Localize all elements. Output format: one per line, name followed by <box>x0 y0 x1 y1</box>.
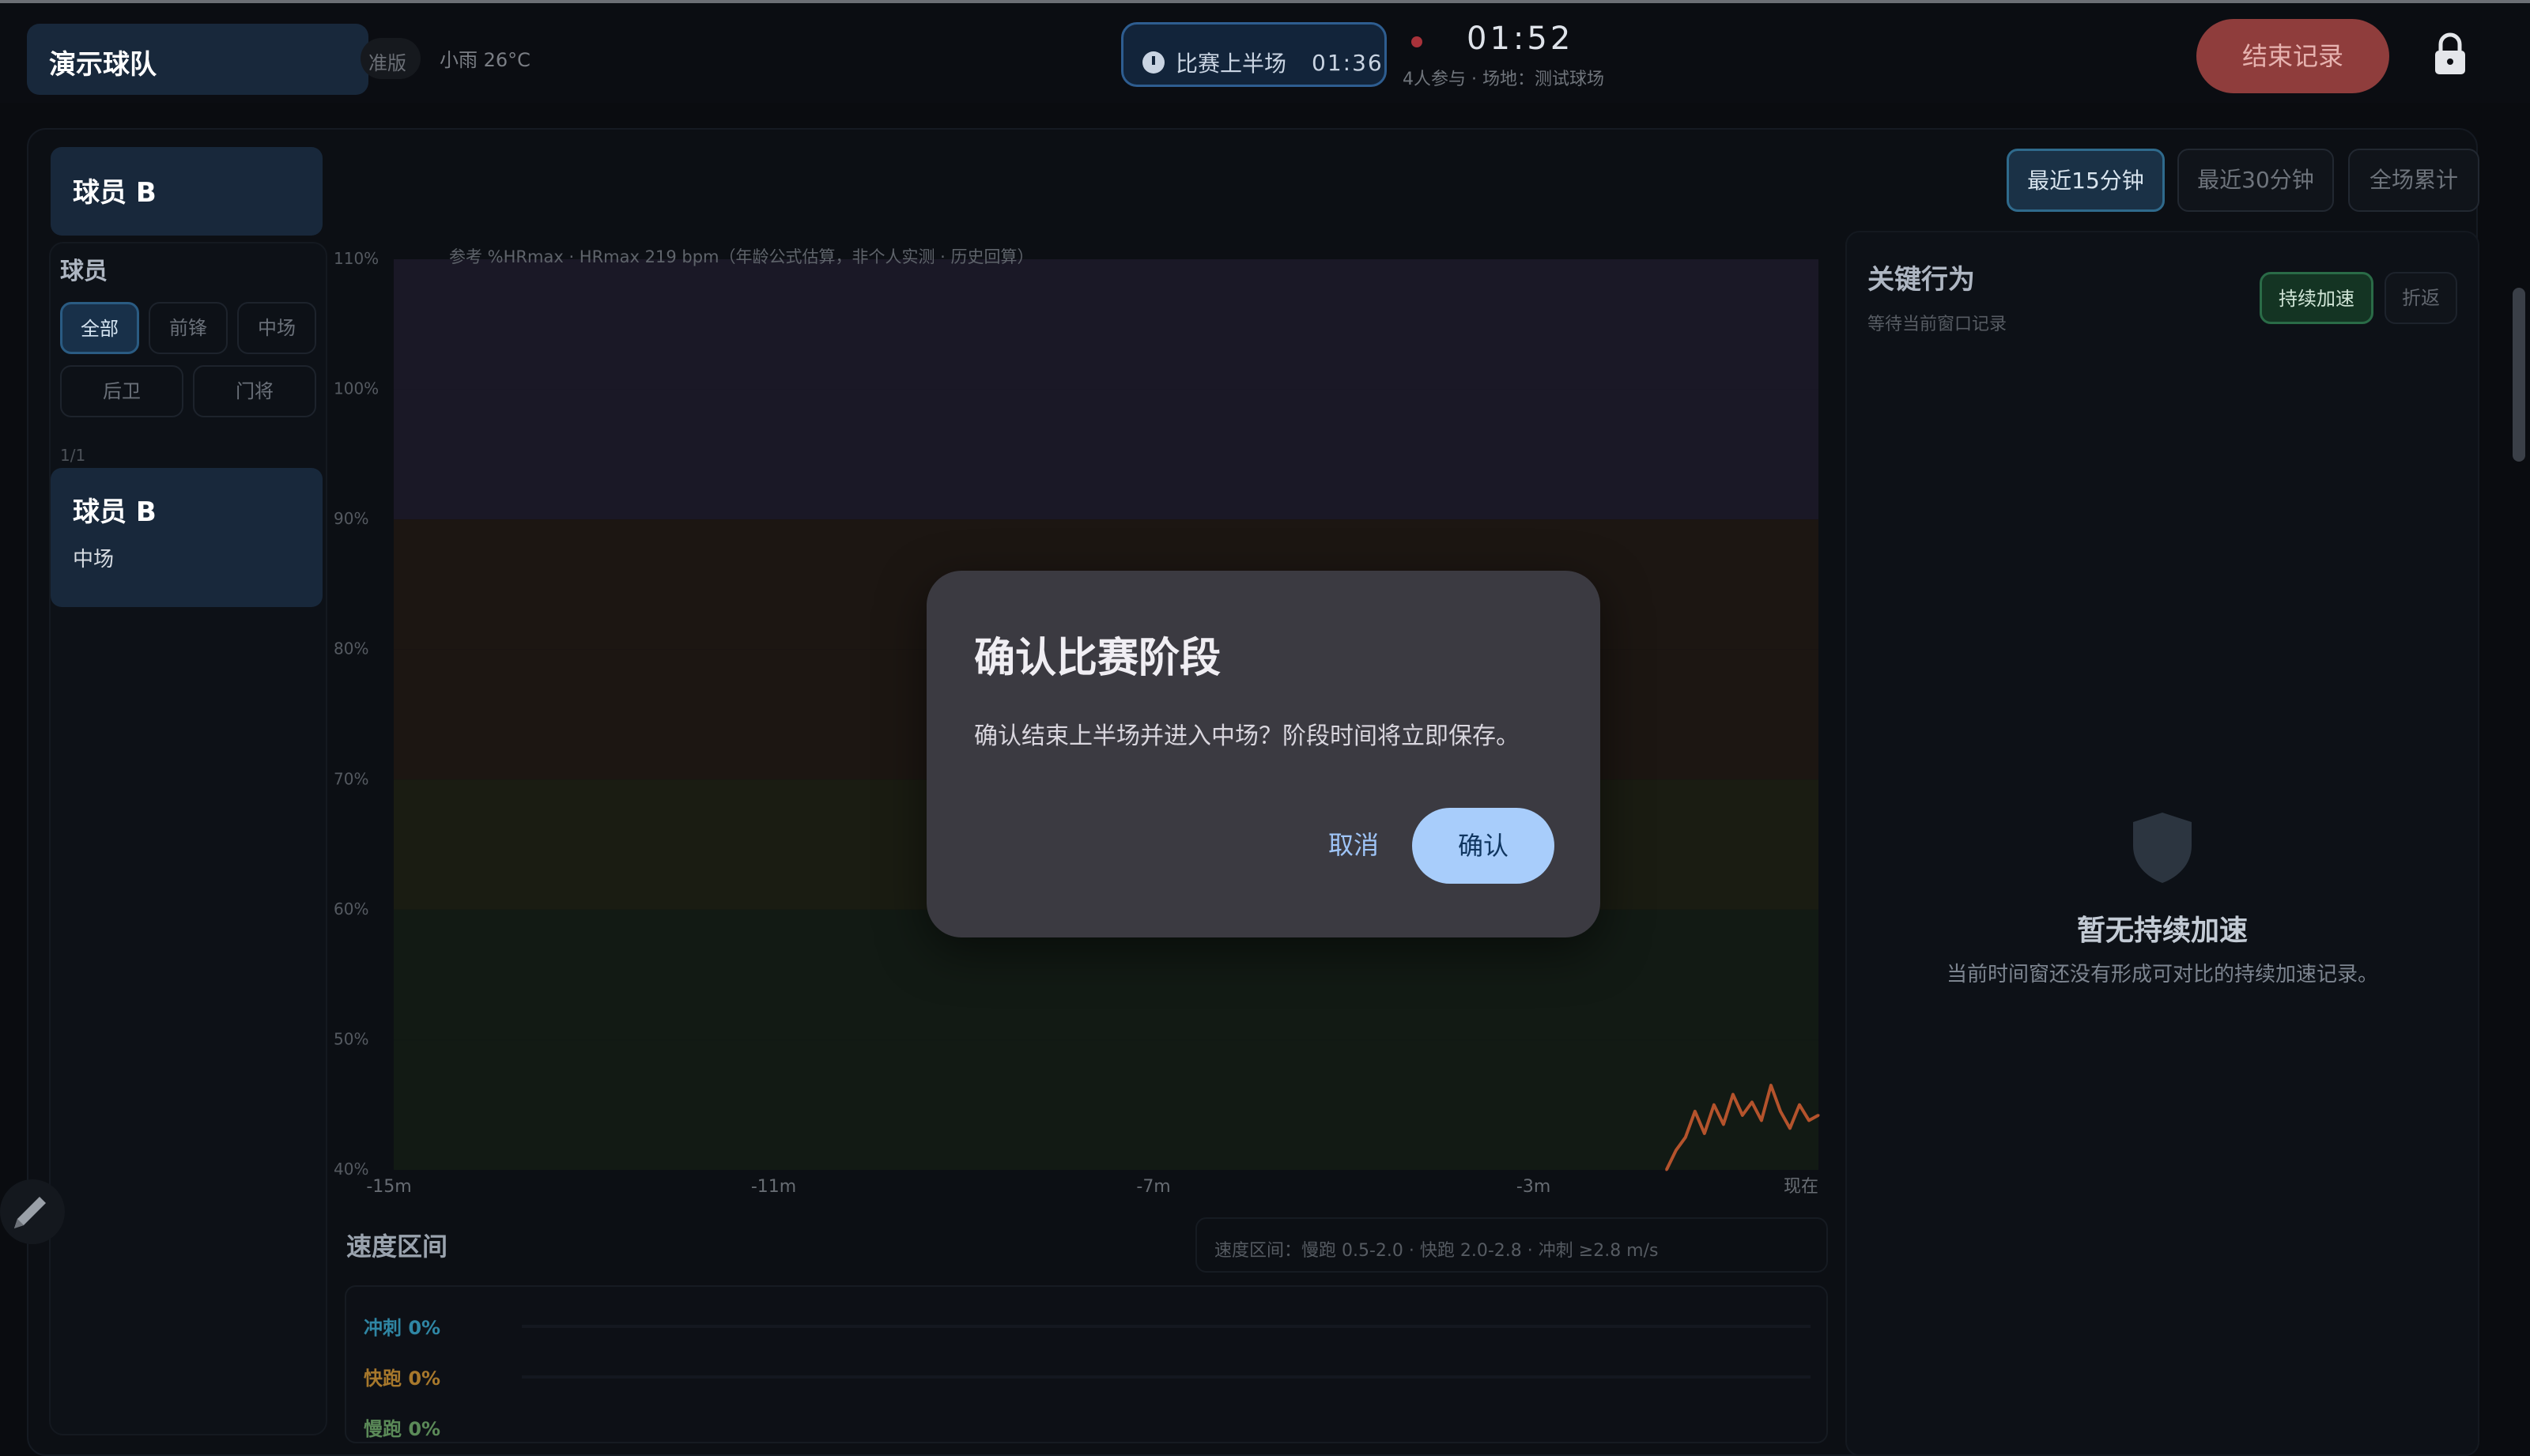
dialog-message: 确认结束上半场并进入中场？阶段时间将立即保存。 <box>974 722 1520 750</box>
cancel-button[interactable]: 取消 <box>1290 808 1417 882</box>
confirm-stage-dialog: 确认比赛阶段 确认结束上半场并进入中场？阶段时间将立即保存。 取消 确认 <box>927 571 1600 937</box>
dialog-title: 确认比赛阶段 <box>974 635 1222 682</box>
confirm-button[interactable]: 确认 <box>1412 808 1554 884</box>
